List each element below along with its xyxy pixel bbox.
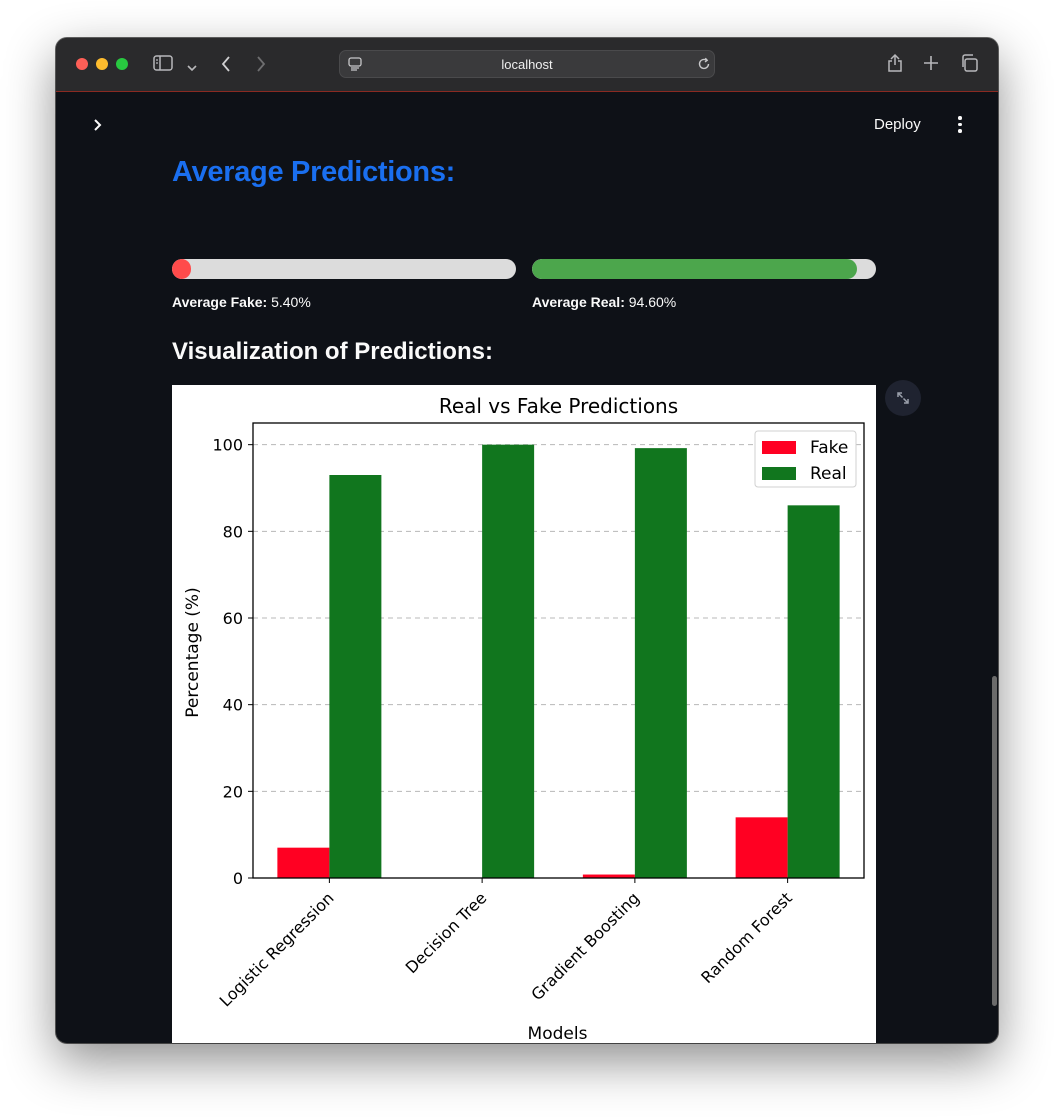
legend-swatch-fake: [762, 441, 796, 454]
bar-real: [634, 448, 687, 878]
bar-real: [787, 505, 840, 878]
average-real-text: Average Real: 94.60%: [532, 294, 676, 310]
average-fake-text: Average Fake: 5.40%: [172, 294, 311, 310]
x-tick-label: Gradient Boosting: [527, 888, 643, 1004]
average-fake-value: 5.40%: [271, 294, 311, 310]
minimize-window-button[interactable]: [96, 58, 108, 70]
y-tick-label: 20: [223, 782, 243, 801]
tab-overview-icon[interactable]: [960, 54, 978, 75]
browser-window: localhost Deploy Average Predictions: Av…: [56, 38, 998, 1043]
x-tick-label: Random Forest: [697, 888, 796, 987]
fake-progress-bar: [172, 259, 516, 279]
url-text: localhost: [501, 57, 553, 72]
reload-icon[interactable]: [697, 57, 711, 74]
expand-icon: [897, 392, 909, 404]
page-scrollbar[interactable]: [992, 676, 997, 1006]
y-axis-label: Percentage (%): [183, 587, 203, 717]
y-tick-label: 80: [223, 522, 243, 541]
browser-toolbar: localhost: [56, 38, 998, 92]
fullscreen-button[interactable]: [885, 380, 921, 416]
average-real-value: 94.60%: [628, 294, 677, 310]
sidebar-icon[interactable]: [153, 55, 173, 74]
legend-label-fake: Fake: [810, 438, 848, 458]
real-progress-bar: [532, 259, 876, 279]
bar-chart: 0 20 40 60 80 100 Logistic Regression Decision …: [183, 394, 865, 1043]
share-icon[interactable]: [886, 53, 904, 76]
bar-fake: [735, 817, 788, 878]
y-tick-label: 60: [223, 609, 243, 628]
new-tab-icon[interactable]: [923, 55, 939, 74]
close-window-button[interactable]: [76, 58, 88, 70]
sidebar-expand-button[interactable]: [88, 113, 108, 137]
back-icon[interactable]: [220, 55, 232, 76]
legend-swatch-real: [762, 467, 796, 480]
chevron-right-icon: [94, 119, 102, 131]
average-predictions-heading: Average Predictions:: [172, 156, 456, 188]
chart-image: 0 20 40 60 80 100 Logistic Regression Decision …: [172, 385, 876, 1043]
fake-progress-fill: [172, 259, 191, 279]
zoom-window-button[interactable]: [116, 58, 128, 70]
bar-fake: [277, 847, 330, 878]
y-tick-label: 0: [233, 869, 243, 888]
address-bar[interactable]: localhost: [339, 50, 715, 78]
y-tick-label: 100: [212, 436, 243, 455]
average-real-label: Average Real:: [532, 294, 625, 310]
forward-icon[interactable]: [255, 55, 267, 76]
bar-real: [329, 475, 382, 878]
real-progress-fill: [532, 259, 858, 279]
deploy-button[interactable]: Deploy: [874, 116, 921, 133]
chart-title: Real vs Fake Predictions: [439, 394, 678, 418]
main-menu-icon[interactable]: [954, 116, 966, 134]
x-axis-label: Models: [528, 1024, 588, 1043]
y-tick-label: 40: [223, 696, 243, 715]
chevron-down-icon[interactable]: [187, 59, 197, 75]
x-tick-label: Decision Tree: [402, 888, 491, 977]
app-content: Deploy Average Predictions: Average Fake…: [56, 92, 998, 1043]
average-fake-label: Average Fake:: [172, 294, 268, 310]
legend-label-real: Real: [810, 464, 847, 484]
visualization-heading: Visualization of Predictions:: [172, 338, 493, 365]
bar-real: [482, 444, 535, 878]
x-tick-label: Logistic Regression: [216, 888, 338, 1010]
